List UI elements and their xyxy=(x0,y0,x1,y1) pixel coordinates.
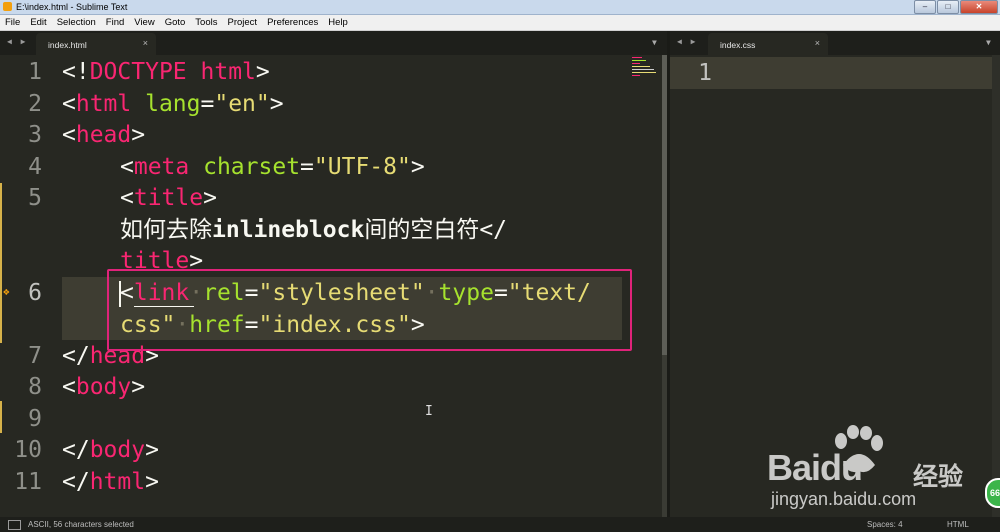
chevron-down-icon[interactable]: ▼ xyxy=(652,38,657,47)
indentation-status[interactable]: Spaces: 4 xyxy=(867,520,903,529)
baidu-logo: Baidu xyxy=(767,447,863,488)
highlight-annotation-box xyxy=(107,269,632,351)
bookmark-icon: ❖ xyxy=(3,285,10,298)
baidu-jingyan-watermark: Baidu 经验 jingyan.baidu.com xyxy=(765,425,1000,515)
line-number: 7 xyxy=(28,343,42,369)
line-number: 11 xyxy=(14,469,42,495)
title-bar: E:\index.html - Sublime Text – □ ✕ xyxy=(0,0,1000,15)
left-tab-bar: ◀ ▶ index.html × ▼ xyxy=(0,31,667,55)
status-text: ASCII, 56 characters selected xyxy=(28,520,134,529)
line-number: 3 xyxy=(28,122,42,148)
current-line-highlight xyxy=(670,57,992,89)
status-bar: ASCII, 56 characters selected Spaces: 4 … xyxy=(0,517,1000,532)
code-line-8: <body> xyxy=(62,374,146,400)
tab-label: index.html xyxy=(48,40,87,50)
menu-tools[interactable]: Tools xyxy=(190,15,222,30)
line-number: 5 xyxy=(28,185,42,211)
code-line-3: <head> xyxy=(62,122,146,148)
sublime-app-icon xyxy=(3,2,12,11)
code-line-5-wrap: 如何去除inlineblock间的空白符</ xyxy=(120,217,508,243)
tab-index-html[interactable]: index.html × xyxy=(36,33,156,55)
maximize-button[interactable]: □ xyxy=(937,0,959,14)
line-number: 2 xyxy=(28,91,42,117)
code-line-4: <meta charset="UTF-8"> xyxy=(120,154,425,180)
minimap-line xyxy=(632,66,650,67)
line-number: 9 xyxy=(28,406,42,432)
minimap-line xyxy=(632,60,646,61)
minimap-line xyxy=(632,57,642,58)
menu-edit[interactable]: Edit xyxy=(25,15,51,30)
code-line-1: <!DOCTYPE html> xyxy=(62,59,270,85)
close-icon[interactable]: × xyxy=(815,38,820,48)
line-number: 10 xyxy=(14,437,42,463)
panel-toggle-icon[interactable] xyxy=(8,520,21,530)
tab-index-css[interactable]: index.css × xyxy=(708,33,828,55)
code-line-10: </body> xyxy=(62,437,159,463)
code-line-2: <html lang="en"> xyxy=(62,91,284,117)
code-line-11: </html> xyxy=(62,469,159,495)
line-number: 8 xyxy=(28,374,42,400)
menu-find[interactable]: Find xyxy=(101,15,129,30)
right-tab-bar: ◀ ▶ index.css × ▼ xyxy=(670,31,1000,55)
code-line-5: <title> xyxy=(120,185,217,211)
minimap-line xyxy=(632,72,656,73)
tab-nav-arrows-icon[interactable]: ◀ ▶ xyxy=(7,37,27,46)
watermark-url: jingyan.baidu.com xyxy=(771,489,917,509)
syntax-status[interactable]: HTML xyxy=(947,520,969,529)
close-button[interactable]: ✕ xyxy=(960,0,998,14)
window-title: E:\index.html - Sublime Text xyxy=(16,2,128,12)
minimap-line xyxy=(632,69,654,70)
line-number: 1 xyxy=(698,60,712,86)
menu-goto[interactable]: Goto xyxy=(160,15,191,30)
minimap-line xyxy=(632,75,640,76)
minimize-button[interactable]: – xyxy=(914,0,936,14)
minimap-line xyxy=(632,63,640,64)
tab-nav-arrows-icon[interactable]: ◀ ▶ xyxy=(677,37,697,46)
window-controls: – □ ✕ xyxy=(914,0,998,14)
line-number: 4 xyxy=(28,154,42,180)
menu-bar: File Edit Selection Find View Goto Tools… xyxy=(0,15,1000,31)
jingyan-logo-text: 经验 xyxy=(913,462,964,491)
menu-project[interactable]: Project xyxy=(222,15,262,30)
menu-view[interactable]: View xyxy=(129,15,159,30)
line-number: 1 xyxy=(28,59,42,85)
tab-label: index.css xyxy=(720,40,756,50)
menu-file[interactable]: File xyxy=(0,15,25,30)
minimap[interactable] xyxy=(630,55,660,517)
menu-help[interactable]: Help xyxy=(323,15,353,30)
badge-icon: 66 xyxy=(985,478,1000,508)
menu-preferences[interactable]: Preferences xyxy=(262,15,323,30)
menu-selection[interactable]: Selection xyxy=(52,15,101,30)
ibeam-cursor-icon: I xyxy=(425,404,433,419)
chevron-down-icon[interactable]: ▼ xyxy=(986,38,991,47)
close-icon[interactable]: × xyxy=(143,38,148,48)
